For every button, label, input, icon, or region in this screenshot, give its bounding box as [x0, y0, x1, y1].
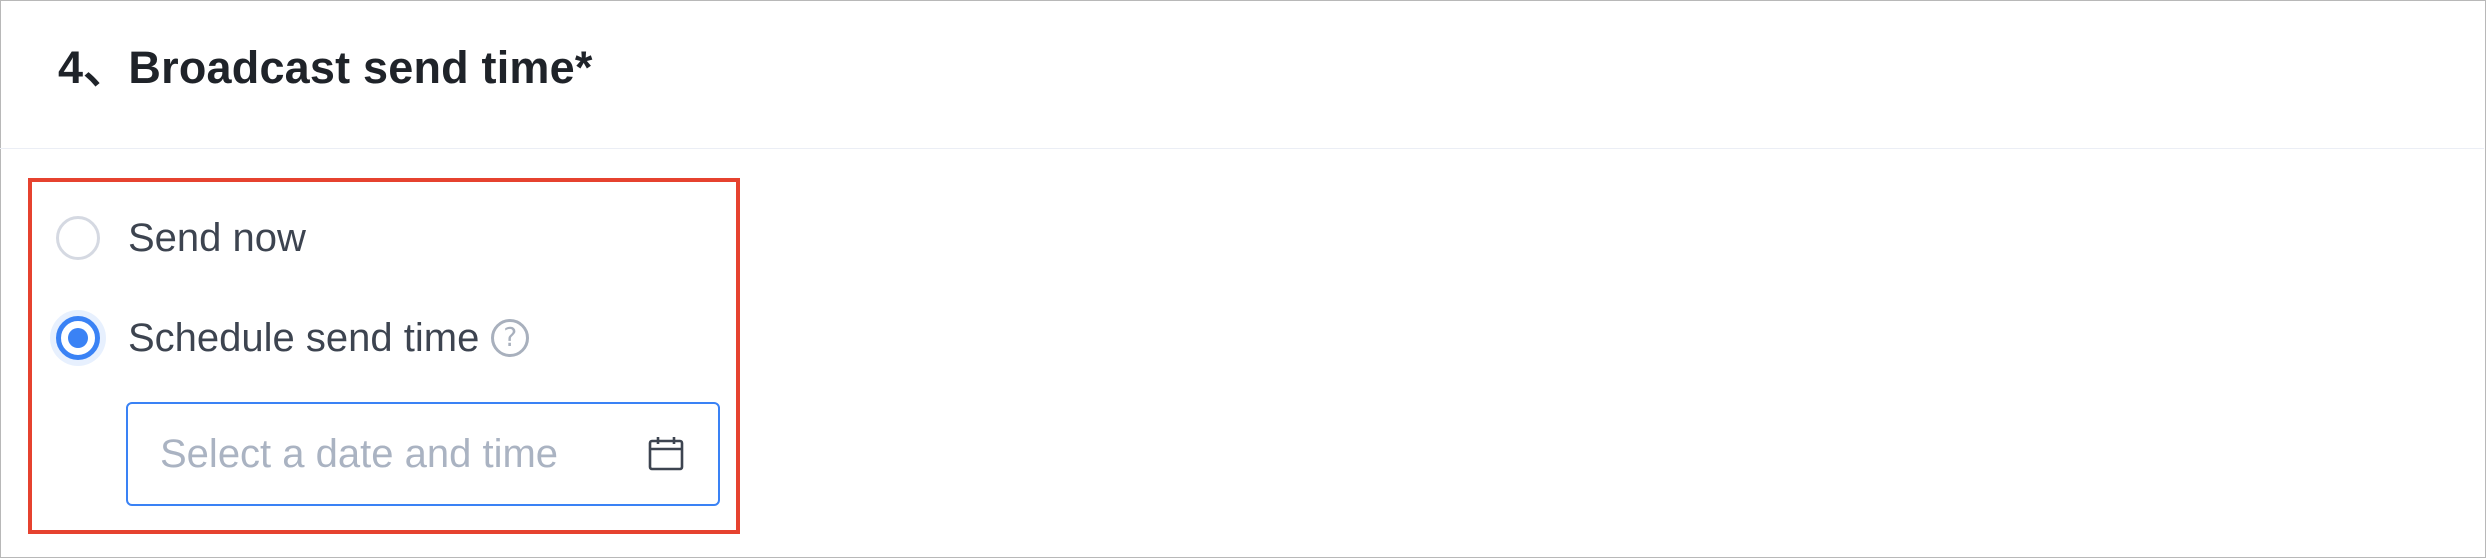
radio-button-schedule-send-time[interactable] — [56, 316, 100, 360]
section-header: 4、Broadcast send time* — [0, 0, 2484, 149]
radio-selected-dot — [68, 328, 88, 348]
radio-label-send-now: Send now — [128, 216, 306, 260]
section-title: 4、Broadcast send time* — [58, 42, 593, 93]
radio-button-send-now[interactable] — [56, 216, 100, 260]
radio-option-schedule-send-time[interactable]: Schedule send time ? — [56, 310, 530, 366]
date-time-picker-input[interactable]: Select a date and time — [126, 402, 720, 506]
calendar-icon[interactable] — [646, 434, 686, 474]
radio-option-send-now[interactable]: Send now — [56, 210, 306, 266]
question-circle-icon[interactable]: ? — [491, 319, 530, 357]
date-time-placeholder: Select a date and time — [160, 432, 559, 476]
radio-label-schedule-send-time: Schedule send time — [128, 316, 480, 360]
